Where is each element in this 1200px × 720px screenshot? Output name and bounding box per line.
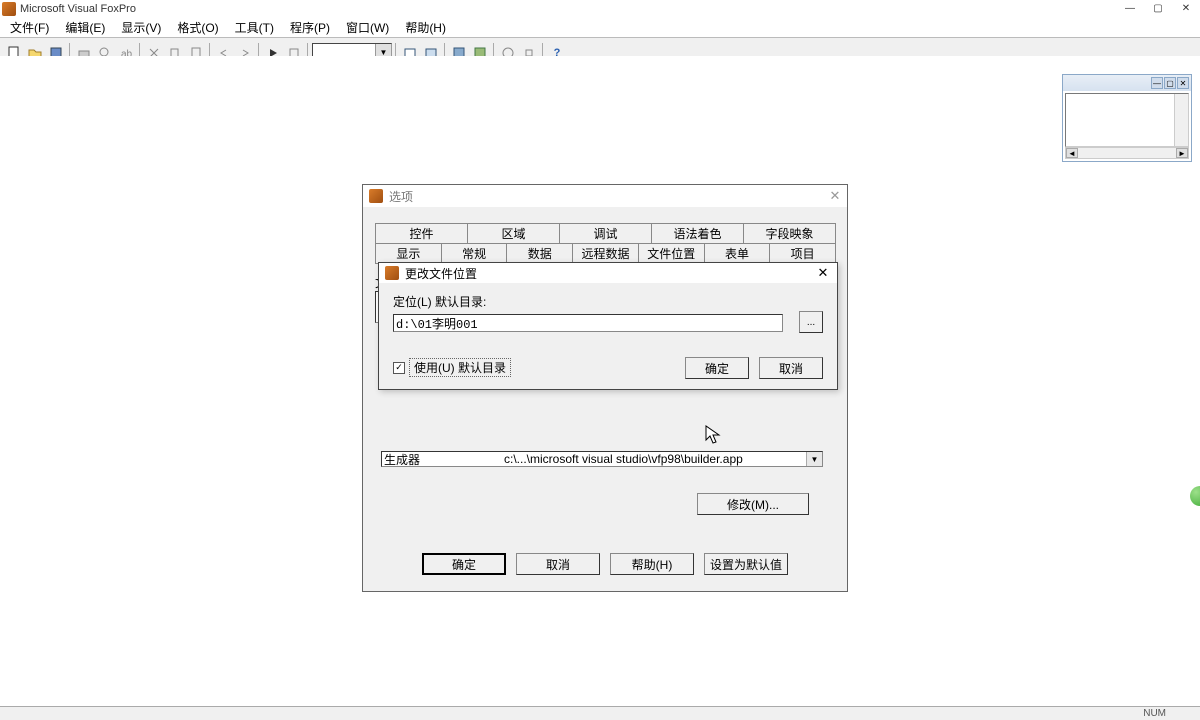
tab-debug[interactable]: 调试 [559,223,652,243]
tab-remote[interactable]: 远程数据 [572,243,639,263]
command-window[interactable]: — ▢ ✕ ◄ ► [1062,74,1192,162]
options-close-icon[interactable]: ✕ [827,188,843,204]
close-button[interactable]: ✕ [1172,0,1200,16]
cmd-minimize-icon[interactable]: — [1151,77,1163,89]
menu-program[interactable]: 程序(P) [282,17,338,38]
row-path: c:\...\microsoft visual studio\vfp98\bui… [504,452,743,466]
cancel-button[interactable]: 取消 [516,553,600,575]
use-default-row: ✓ 使用(U) 默认目录 [393,358,511,377]
change-ok-button[interactable]: 确定 [685,357,749,379]
scroll-right-icon[interactable]: ► [1176,148,1188,158]
tabs-row-1: 控件 区域 调试 语法着色 字段映象 [375,223,835,243]
tab-display[interactable]: 显示 [375,243,442,263]
tab-project[interactable]: 项目 [769,243,836,263]
tab-fieldmap[interactable]: 字段映象 [743,223,836,243]
change-location-dialog: 更改文件位置 ✕ 定位(L) 默认目录: ... ✓ 使用(U) 默认目录 确定… [378,262,838,390]
scroll-left-icon[interactable]: ◄ [1066,148,1078,158]
modify-button[interactable]: 修改(M)... [697,493,809,515]
menu-file[interactable]: 文件(F) [2,17,57,38]
command-window-body[interactable] [1065,93,1189,147]
use-default-label: 使用(U) 默认目录 [409,358,511,377]
command-window-titlebar[interactable]: — ▢ ✕ [1063,75,1191,91]
menu-format[interactable]: 格式(O) [169,17,226,38]
filelist-row-builder[interactable]: 生成器 c:\...\microsoft visual studio\vfp98… [381,451,823,467]
maximize-button[interactable]: ▢ [1144,0,1172,16]
help-button-dlg[interactable]: 帮助(H) [610,553,694,575]
minimize-button[interactable]: — [1116,0,1144,16]
menu-bar: 文件(F) 编辑(E) 显示(V) 格式(O) 工具(T) 程序(P) 窗口(W… [0,18,1200,38]
menu-edit[interactable]: 编辑(E) [57,17,113,38]
path-input[interactable] [393,314,783,332]
change-dialog-body: 定位(L) 默认目录: ... ✓ 使用(U) 默认目录 确定 取消 [379,283,837,389]
change-cancel-button[interactable]: 取消 [759,357,823,379]
scroll-down-icon[interactable]: ▼ [806,452,822,466]
browse-button[interactable]: ... [799,311,823,333]
change-dialog-buttons: 确定 取消 [685,357,823,379]
menu-help[interactable]: 帮助(H) [397,17,454,38]
menu-tools[interactable]: 工具(T) [227,17,282,38]
status-num: NUM [1143,708,1166,719]
tab-region[interactable]: 区域 [467,223,560,243]
options-dialog-titlebar[interactable]: 选项 ✕ [363,185,847,207]
cmd-hscrollbar[interactable]: ◄ ► [1065,147,1189,159]
fox-icon [385,266,399,280]
options-buttons: 确定 取消 帮助(H) 设置为默认值 [363,553,847,575]
title-bar: Microsoft Visual FoxPro — ▢ ✕ [0,0,1200,18]
tab-general[interactable]: 常规 [441,243,508,263]
menu-view[interactable]: 显示(V) [113,17,169,38]
cmd-vscrollbar[interactable] [1174,94,1188,146]
use-default-checkbox[interactable]: ✓ [393,362,405,374]
ok-button[interactable]: 确定 [422,553,506,575]
set-default-button[interactable]: 设置为默认值 [704,553,788,575]
cmd-close-icon[interactable]: ✕ [1177,77,1189,89]
change-dialog-title: 更改文件位置 [405,265,477,282]
status-bar: NUM [0,706,1200,720]
window-controls: — ▢ ✕ [1116,0,1200,16]
tab-data[interactable]: 数据 [506,243,573,263]
options-dialog-title: 选项 [389,188,413,205]
tab-filelocation[interactable]: 文件位置 [638,243,705,263]
change-close-icon[interactable]: ✕ [815,265,831,281]
tab-controls[interactable]: 控件 [375,223,468,243]
path-label: 定位(L) 默认目录: [393,293,823,310]
app-title: Microsoft Visual FoxPro [20,3,136,15]
app-icon [2,2,16,16]
cmd-maximize-icon[interactable]: ▢ [1164,77,1176,89]
assistant-bubble-icon[interactable] [1190,486,1200,506]
tab-syntax[interactable]: 语法着色 [651,223,744,243]
row-type: 生成器 [384,451,504,468]
tabs-row-2: 显示 常规 数据 远程数据 文件位置 表单 项目 [375,243,835,264]
tab-form[interactable]: 表单 [704,243,771,263]
menu-window[interactable]: 窗口(W) [338,17,397,38]
change-dialog-titlebar[interactable]: 更改文件位置 ✕ [379,263,837,283]
fox-icon [369,189,383,203]
